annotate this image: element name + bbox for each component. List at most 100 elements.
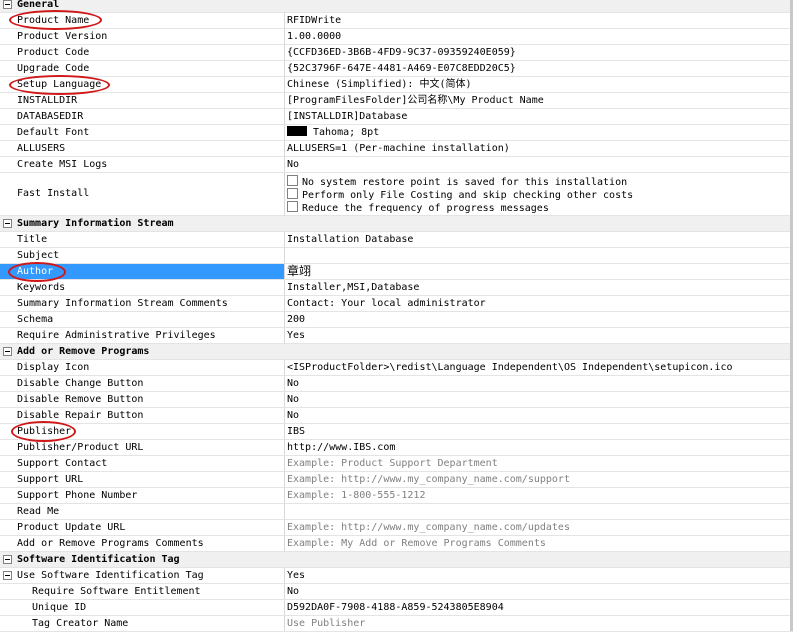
property-name: ALLUSERS	[17, 143, 66, 154]
row-disable-change[interactable]: Disable Change Button No	[0, 376, 793, 392]
property-value[interactable]: ALLUSERS=1 (Per-machine installation)	[287, 141, 787, 156]
row-support-phone[interactable]: Support Phone Number Example: 1-800-555-…	[0, 488, 793, 504]
property-value[interactable]: RFIDWrite	[287, 13, 787, 28]
property-value[interactable]: Installer,MSI,Database	[287, 280, 787, 295]
row-publisher-url[interactable]: Publisher/Product URL http://www.IBS.com	[0, 440, 793, 456]
fast-install-option[interactable]: No system restore point is saved for thi…	[287, 175, 627, 188]
property-value[interactable]: Example: Product Support Department	[287, 456, 787, 471]
property-value[interactable]: <ISProductFolder>\redist\Language Indepe…	[287, 360, 787, 375]
property-value[interactable]: Example: 1-800-555-1212	[287, 488, 787, 503]
section-title: General	[17, 0, 60, 10]
property-value[interactable]: 章翊	[287, 264, 787, 279]
collapse-icon[interactable]	[3, 571, 12, 580]
property-name: Add or Remove Programs Comments	[17, 538, 204, 549]
collapse-icon[interactable]	[3, 219, 12, 228]
collapse-icon[interactable]	[3, 555, 12, 564]
row-support-url[interactable]: Support URL Example: http://www.my_compa…	[0, 472, 793, 488]
row-author[interactable]: Author 章翊	[0, 264, 793, 280]
row-use-swid[interactable]: Use Software Identification Tag Yes	[0, 568, 793, 584]
property-value[interactable]: Yes	[287, 568, 787, 583]
property-name: Create MSI Logs	[17, 159, 108, 170]
property-name: Require Software Entitlement	[32, 586, 201, 597]
property-name: Product Code	[17, 47, 90, 58]
property-value[interactable]: No	[287, 584, 787, 599]
property-name: Read Me	[17, 506, 60, 517]
row-arp-comments[interactable]: Add or Remove Programs Comments Example:…	[0, 536, 793, 552]
collapse-icon[interactable]	[3, 0, 12, 9]
property-value[interactable]: No	[287, 392, 787, 407]
property-value[interactable]: No	[287, 157, 787, 172]
property-value[interactable]: D592DA0F-7908-4188-A859-5243805E8904	[287, 600, 787, 615]
property-name: INSTALLDIR	[17, 95, 78, 106]
section-swid[interactable]: Software Identification Tag	[0, 552, 793, 568]
row-read-me[interactable]: Read Me	[0, 504, 793, 520]
property-value[interactable]	[287, 248, 787, 263]
collapse-icon[interactable]	[3, 347, 12, 356]
row-disable-remove[interactable]: Disable Remove Button No	[0, 392, 793, 408]
property-name: Support URL	[17, 474, 84, 485]
row-setup-language[interactable]: Setup Language Chinese (Simplified): 中文(…	[0, 77, 793, 93]
row-keywords[interactable]: Keywords Installer,MSI,Database	[0, 280, 793, 296]
property-name: Require Administrative Privileges	[17, 330, 216, 341]
row-default-font[interactable]: Default Font Tahoma; 8pt	[0, 125, 793, 141]
property-value[interactable]: Example: http://www.my_company_name.com/…	[287, 520, 787, 535]
row-update-url[interactable]: Product Update URL Example: http://www.m…	[0, 520, 793, 536]
property-value[interactable]: 1.00.0000	[287, 29, 787, 44]
property-value[interactable]: {52C3796F-647E-4481-A469-E07C8EDD20C5}	[287, 61, 787, 76]
row-fast-install[interactable]: Fast Install No system restore point is …	[0, 173, 793, 216]
checkbox-icon[interactable]	[287, 188, 298, 199]
row-title[interactable]: Title Installation Database	[0, 232, 793, 248]
property-value[interactable]: Installation Database	[287, 232, 787, 247]
row-create-msi-logs[interactable]: Create MSI Logs No	[0, 157, 793, 173]
row-databasedir[interactable]: DATABASEDIR [INSTALLDIR]Database	[0, 109, 793, 125]
row-summary-comments[interactable]: Summary Information Stream Comments Cont…	[0, 296, 793, 312]
property-value[interactable]: Contact: Your local administrator	[287, 296, 787, 311]
row-schema[interactable]: Schema 200	[0, 312, 793, 328]
row-installdir[interactable]: INSTALLDIR [ProgramFilesFolder]公司名称\My P…	[0, 93, 793, 109]
row-allusers[interactable]: ALLUSERS ALLUSERS=1 (Per-machine install…	[0, 141, 793, 157]
property-name: Product Version	[17, 31, 108, 42]
row-tag-creator[interactable]: Tag Creator Name Use Publisher	[0, 616, 793, 632]
row-entitlement[interactable]: Require Software Entitlement No	[0, 584, 793, 600]
property-value[interactable]	[287, 504, 787, 519]
property-value[interactable]: IBS	[287, 424, 787, 439]
section-general[interactable]: General	[0, 0, 793, 13]
row-unique-id[interactable]: Unique ID D592DA0F-7908-4188-A859-524380…	[0, 600, 793, 616]
row-product-version[interactable]: Product Version 1.00.0000	[0, 29, 793, 45]
property-value[interactable]: Example: http://www.my_company_name.com/…	[287, 472, 787, 487]
property-name: Default Font	[17, 127, 90, 138]
property-value[interactable]: Yes	[287, 328, 787, 343]
property-name: Disable Remove Button	[17, 394, 144, 405]
property-value[interactable]: 200	[287, 312, 787, 327]
property-name-selected: Author	[0, 264, 284, 279]
section-add-remove[interactable]: Add or Remove Programs	[0, 344, 793, 360]
row-publisher[interactable]: Publisher IBS	[0, 424, 793, 440]
property-value[interactable]: No	[287, 376, 787, 391]
checkbox-icon[interactable]	[287, 175, 298, 186]
property-value[interactable]: Example: My Add or Remove Programs Comme…	[287, 536, 787, 551]
section-title: Software Identification Tag	[17, 554, 180, 565]
property-value[interactable]: [ProgramFilesFolder]公司名称\My Product Name	[287, 93, 787, 108]
row-upgrade-code[interactable]: Upgrade Code {52C3796F-647E-4481-A469-E0…	[0, 61, 793, 77]
property-name: Tag Creator Name	[32, 618, 129, 629]
row-product-code[interactable]: Product Code {CCFD36ED-3B6B-4FD9-9C37-09…	[0, 45, 793, 61]
property-value[interactable]: http://www.IBS.com	[287, 440, 787, 455]
row-display-icon[interactable]: Display Icon <ISProductFolder>\redist\La…	[0, 360, 793, 376]
row-support-contact[interactable]: Support Contact Example: Product Support…	[0, 456, 793, 472]
row-disable-repair[interactable]: Disable Repair Button No	[0, 408, 793, 424]
fast-install-option[interactable]: Reduce the frequency of progress message…	[287, 201, 549, 214]
row-subject[interactable]: Subject	[0, 248, 793, 264]
row-admin-privileges[interactable]: Require Administrative Privileges Yes	[0, 328, 793, 344]
property-grid: General Product Name RFIDWrite Product V…	[0, 0, 793, 632]
property-value[interactable]: Chinese (Simplified): 中文(简体)	[287, 77, 787, 92]
section-summary[interactable]: Summary Information Stream	[0, 216, 793, 232]
property-value[interactable]: Use Publisher	[287, 616, 787, 631]
fast-install-option[interactable]: Perform only File Costing and skip check…	[287, 188, 633, 201]
property-name: Subject	[17, 250, 60, 261]
property-value[interactable]: No	[287, 408, 787, 423]
property-value[interactable]: Tahoma; 8pt	[287, 125, 787, 140]
row-product-name[interactable]: Product Name RFIDWrite	[0, 13, 793, 29]
property-value[interactable]: [INSTALLDIR]Database	[287, 109, 787, 124]
checkbox-icon[interactable]	[287, 201, 298, 212]
property-value[interactable]: {CCFD36ED-3B6B-4FD9-9C37-09359240E059}	[287, 45, 787, 60]
